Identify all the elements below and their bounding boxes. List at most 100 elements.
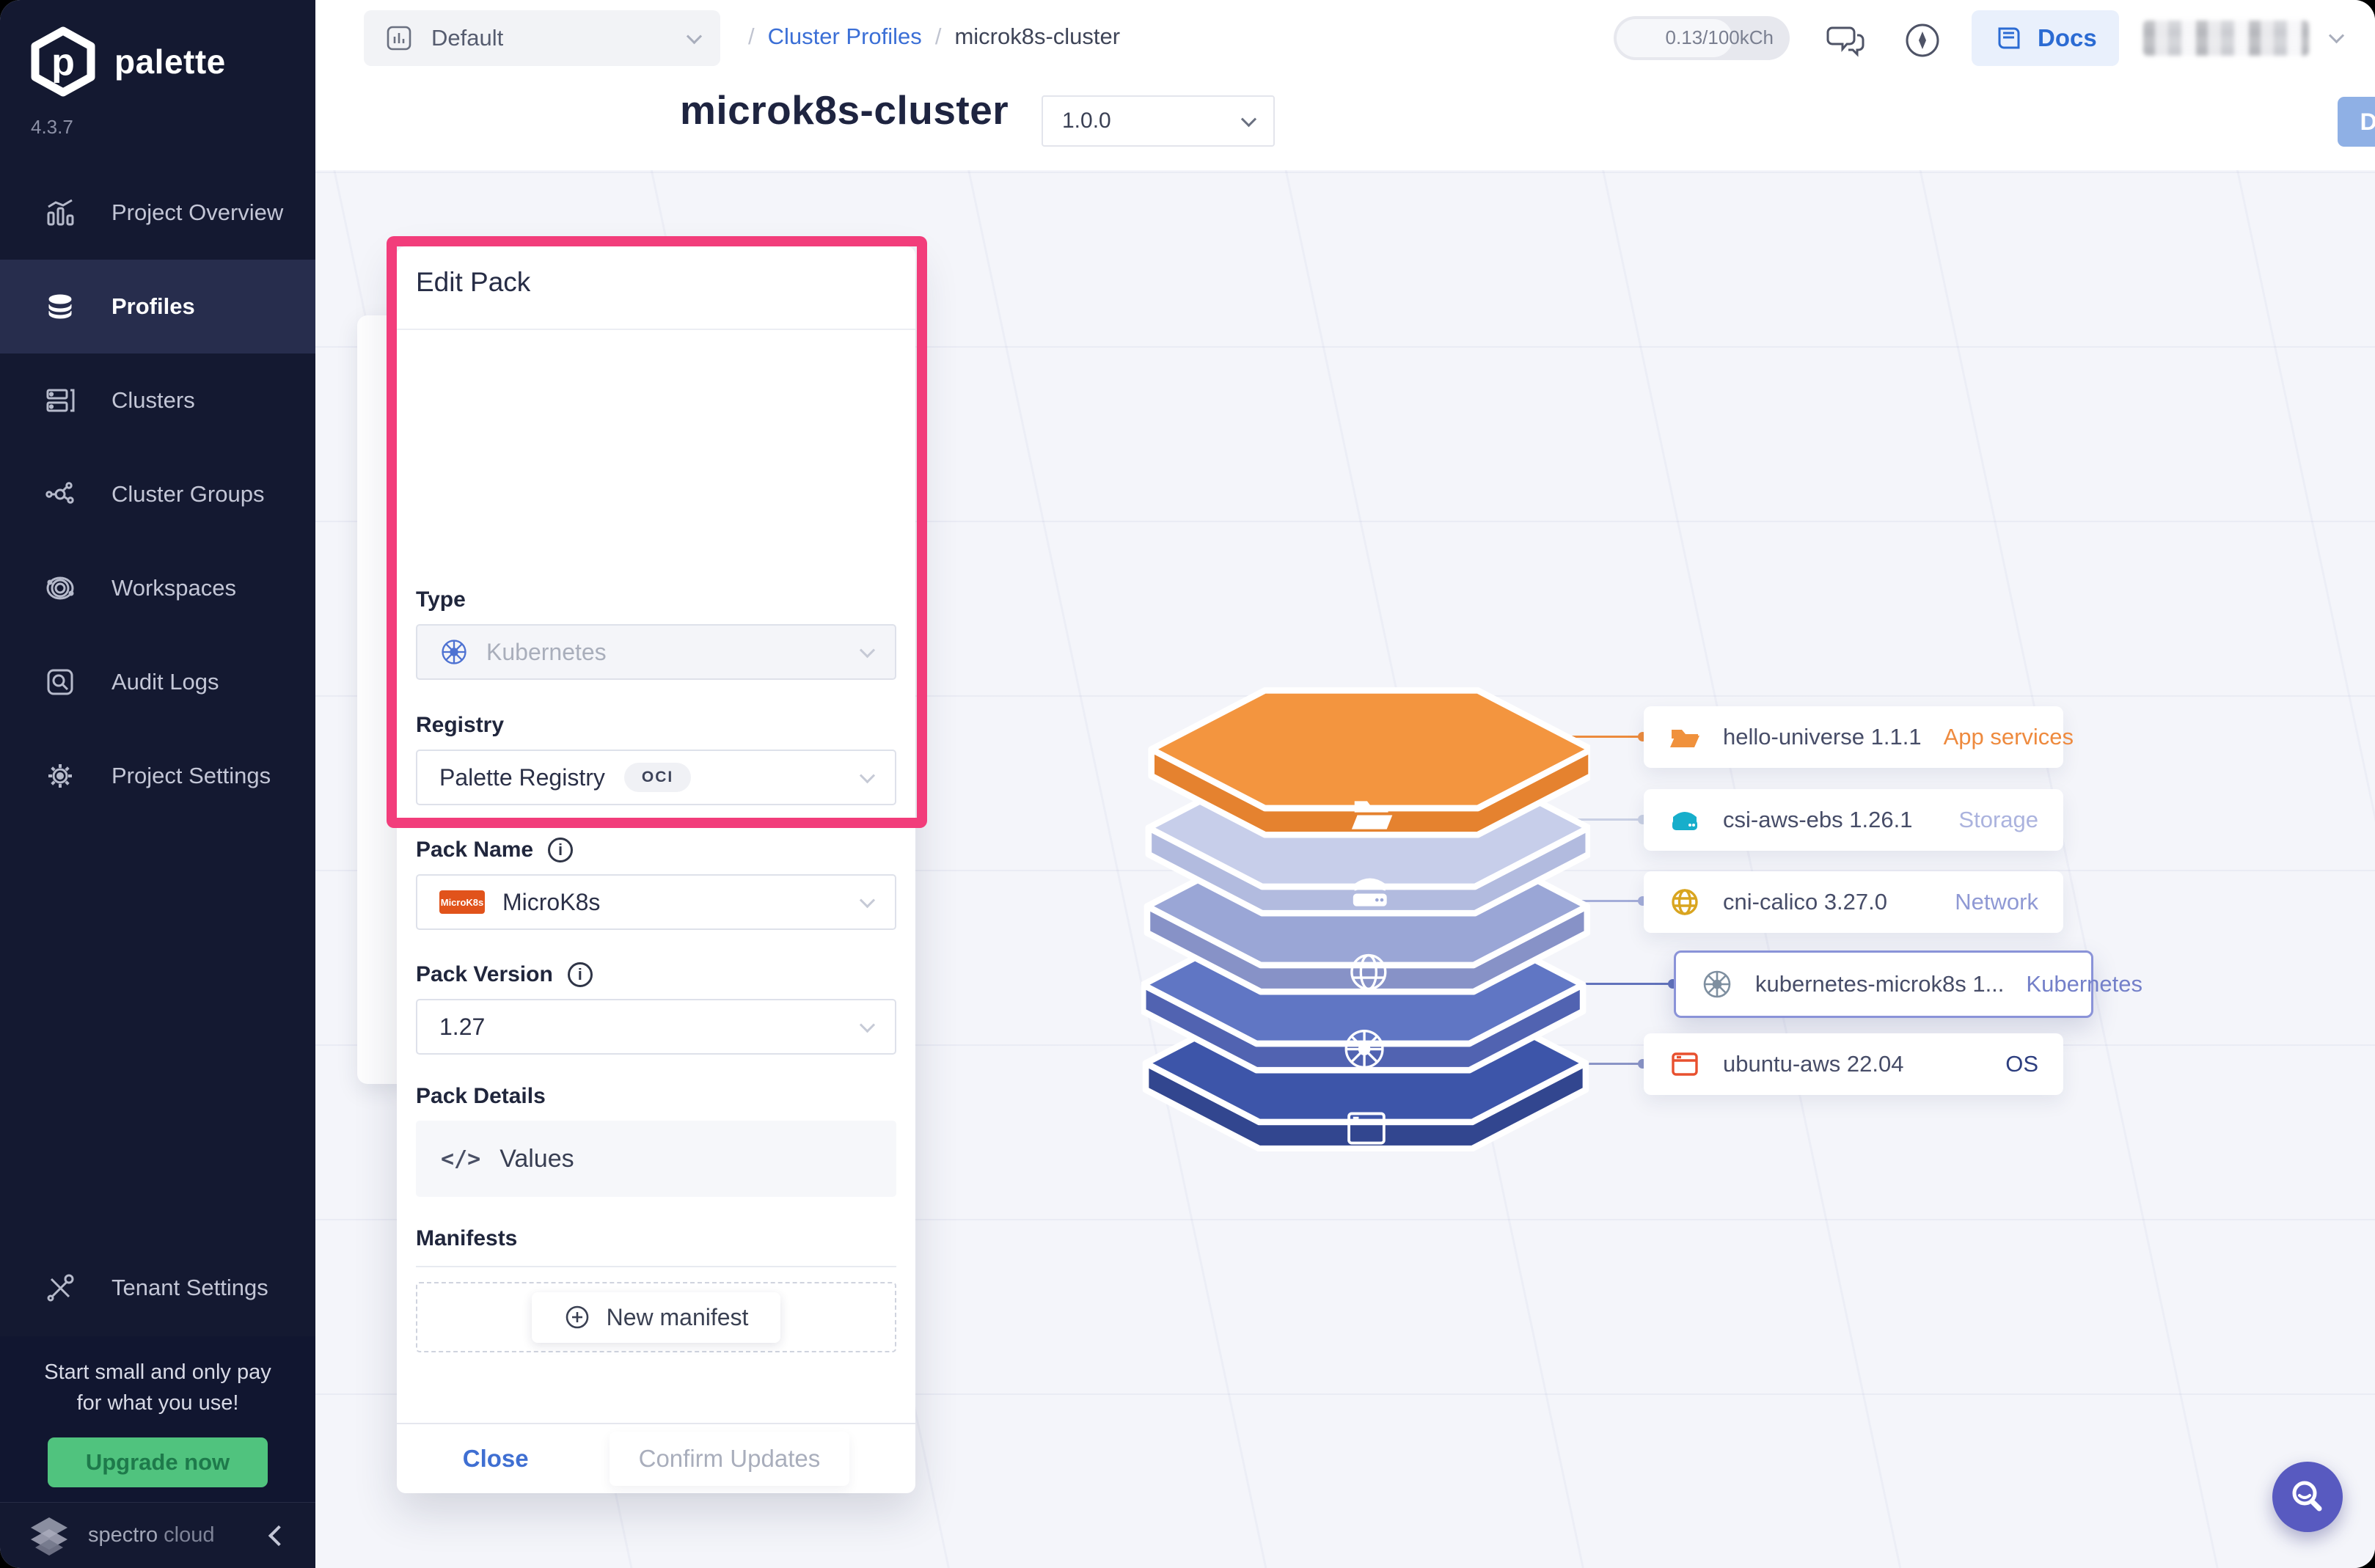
sidebar: p palette 4.3.7 Project Overview Profile… [0,0,315,1568]
chevron-down-icon [859,767,876,783]
sidebar-item-label: Project Settings [111,763,271,788]
svg-text:p: p [51,41,75,84]
chevron-down-icon [859,642,876,658]
pack-card-kubernetes-microk8s[interactable]: kubernetes-microk8s 1... Kubernetes [1674,950,2142,1018]
manifests-label: Manifests [416,1226,518,1250]
sidebar-item-label: Clusters [111,387,195,413]
pack-details-label: Pack Details [416,1084,546,1108]
registry-select[interactable]: Palette Registry OCI [416,750,896,805]
sidebar-item-workspaces[interactable]: Workspaces [0,541,315,635]
pack-category: Network [1955,889,2038,915]
folder-icon [1670,730,1699,747]
sidebar-item-project-settings[interactable]: Project Settings [0,729,315,823]
breadcrumb-link-cluster-profiles[interactable]: Cluster Profiles [768,23,922,50]
pack-card-csi-aws-ebs[interactable]: csi-aws-ebs 1.26.1 Storage [1644,789,2063,851]
spectro-cloud-wordmark: spectro cloud [88,1523,215,1547]
chat-feedback-icon[interactable] [1825,19,1867,62]
storage-drive-icon [1672,812,1697,830]
pack-name-value: MicroK8s [502,888,601,915]
pack-category: OS [2005,1051,2038,1077]
spectro-cloud-logo-icon [31,1517,67,1556]
breadcrumb-separator: / [748,23,755,49]
project-selector[interactable]: Default [364,10,720,66]
search-fab-button[interactable] [2272,1462,2343,1532]
pack-category: Kubernetes [2026,971,2142,997]
sidebar-item-audit-logs[interactable]: Audit Logs [0,635,315,729]
pack-version-label: Pack Version i [416,962,593,987]
server-icon [46,389,75,412]
code-icon: </> [441,1146,481,1172]
pack-card-cni-calico[interactable]: cni-calico 3.27.0 Network [1644,871,2063,933]
breadcrumb-separator: / [934,23,942,49]
breadcrumb: / Cluster Profiles / microk8s-cluster [748,23,1120,50]
app-version: 4.3.7 [31,116,73,138]
plus-circle-icon [566,1305,588,1329]
sidebar-item-cluster-groups[interactable]: Cluster Groups [0,447,315,541]
breadcrumb-current: microk8s-cluster [954,23,1121,49]
sidebar-tenant-section: Tenant Settings [0,1241,315,1335]
usage-quota-badge: 0.13/100kCh [1614,16,1790,60]
profile-version-value: 1.0.0 [1062,109,1111,133]
type-label: Type [416,587,466,612]
collapse-sidebar-icon[interactable] [268,1525,290,1546]
kubernetes-wheel-icon [1344,1030,1384,1069]
pack-name-select[interactable]: MicroK8s MicroK8s [416,874,896,930]
chevron-down-icon [1240,111,1257,127]
type-value: Kubernetes [486,638,607,665]
palette-hexagon-logo-icon: p [31,26,95,97]
sidebar-item-tenant-settings[interactable]: Tenant Settings [0,1241,315,1335]
brand-name: palette [114,43,226,81]
registry-label: Registry [416,713,505,737]
new-manifest-button[interactable]: New manifest [531,1292,781,1343]
chevron-down-icon [686,28,703,44]
promo-text: Start small and only pay for what you us… [44,1360,271,1415]
user-menu-chevron-down-icon[interactable] [2328,28,2345,44]
pack-version-value: 1.27 [439,1013,486,1040]
pack-category: Storage [1958,807,2038,832]
pack-name: kubernetes-microk8s 1... [1755,971,2005,997]
sidebar-footer: spectro cloud [0,1502,315,1568]
chevron-down-icon [859,892,876,908]
profile-version-selector[interactable]: 1.0.0 [1042,95,1275,147]
pack-version-select[interactable]: 1.27 [416,999,896,1055]
compass-icon[interactable] [1901,19,1944,62]
molecule-icon [45,482,74,504]
book-icon [1998,27,2020,49]
confirm-updates-button[interactable]: Confirm Updates [609,1432,850,1486]
layers-icon [48,294,72,319]
globe-icon [1672,889,1698,915]
sidebar-item-profiles[interactable]: Profiles [0,260,315,353]
panel-footer: Close Confirm Updates [397,1424,915,1493]
upgrade-now-button[interactable]: Upgrade now [47,1437,268,1487]
pack-name: csi-aws-ebs 1.26.1 [1723,807,1913,832]
page-title: microk8s-cluster [680,87,1009,133]
hex-layer-app-services[interactable] [1148,687,1590,838]
sidebar-item-label: Tenant Settings [111,1275,268,1300]
values-row[interactable]: </> Values [416,1121,896,1197]
sidebar-item-label: Workspaces [111,575,236,601]
sidebar-item-project-overview[interactable]: Project Overview [0,166,315,260]
docs-button[interactable]: Docs [1972,10,2119,66]
manifests-dropzone: New manifest [416,1282,896,1352]
sidebar-item-label: Project Overview [111,199,284,225]
pack-card-hello-universe[interactable]: hello-universe 1.1.1 App services [1644,706,2074,768]
close-button[interactable]: Close [463,1445,529,1473]
docs-label: Docs [2038,24,2097,51]
sidebar-item-label: Cluster Groups [111,481,265,507]
type-select[interactable]: Kubernetes [416,624,896,680]
deploy-button[interactable]: Deploy [2338,97,2375,147]
registry-value: Palette Registry [439,763,605,791]
pack-name: ubuntu-aws 22.04 [1723,1051,1904,1077]
pack-card-ubuntu-aws[interactable]: ubuntu-aws 22.04 OS [1644,1033,2063,1095]
sidebar-item-clusters[interactable]: Clusters [0,353,315,447]
oci-badge: OCI [623,763,692,792]
upgrade-promo: Start small and only pay for what you us… [0,1336,315,1502]
kubernetes-wheel-icon [442,640,466,664]
sidebar-item-label: Audit Logs [111,669,219,695]
palette-logo: p palette [28,26,226,97]
project-chart-icon [387,26,411,51]
palette-app-window: p palette 4.3.7 Project Overview Profile… [0,0,2375,1568]
user-menu-name-redacted[interactable] [2143,21,2309,56]
pack-name: cni-calico 3.27.0 [1723,889,1888,915]
sidebar-item-label: Profiles [111,293,195,319]
